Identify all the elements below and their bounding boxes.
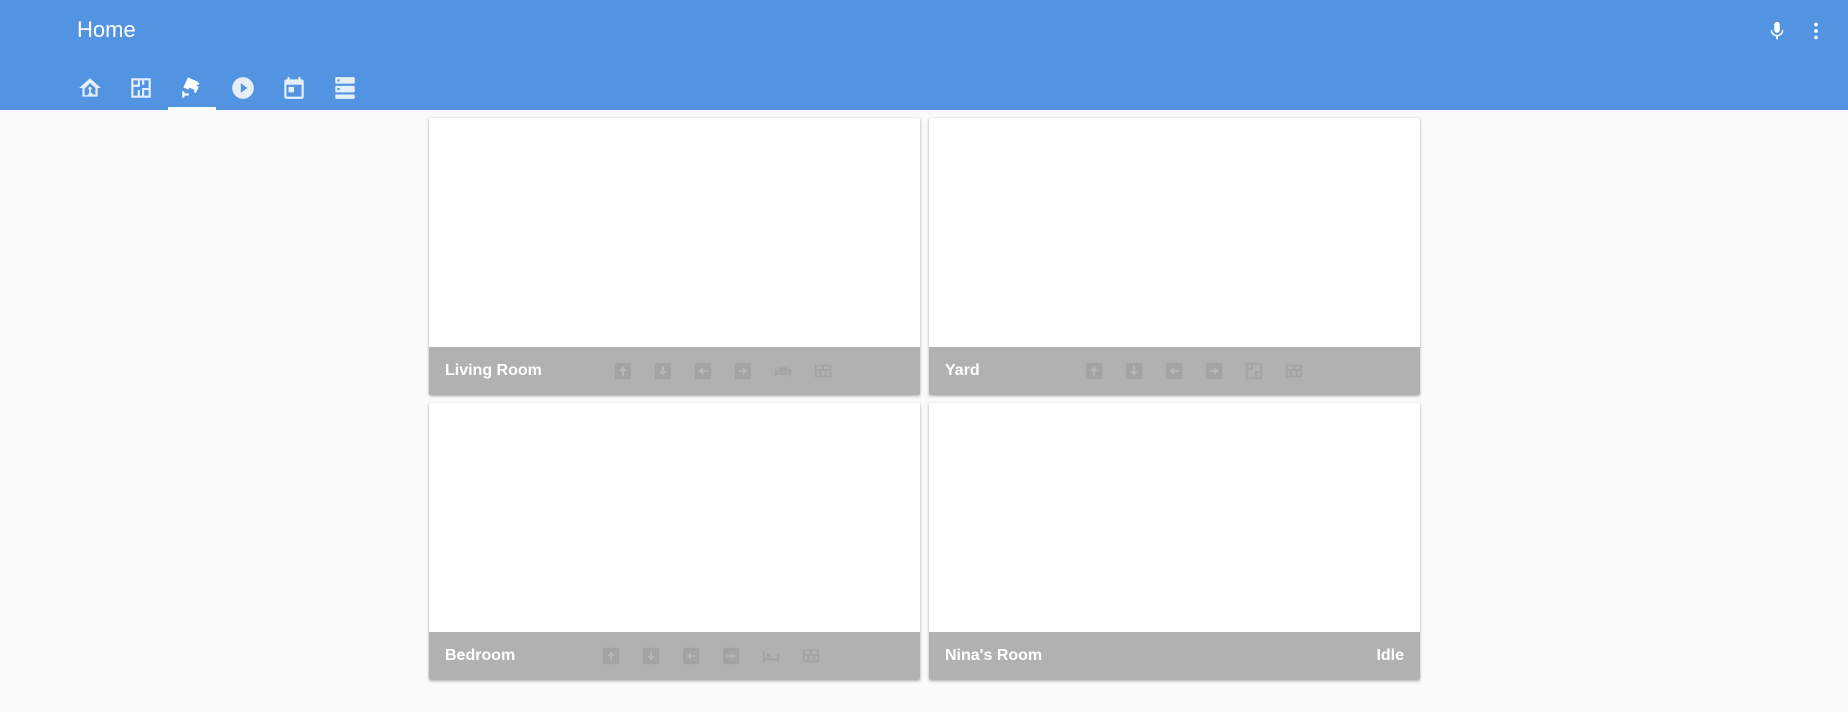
camera-name: Nina's Room: [945, 647, 1043, 664]
wall-icon[interactable]: [811, 359, 835, 383]
card-footer: Nina's Room Idle: [929, 632, 1420, 680]
server-icon: [335, 77, 355, 99]
microphone-icon[interactable]: [1764, 18, 1790, 44]
tab-media[interactable]: [219, 66, 267, 110]
tab-cameras[interactable]: [168, 66, 216, 110]
arrow-right-icon[interactable]: [731, 359, 755, 383]
more-vert-icon[interactable]: [1803, 18, 1829, 44]
camera-state: Idle: [1376, 647, 1404, 664]
camera-card-ninas-room[interactable]: Nina's Room Idle: [929, 403, 1420, 680]
tab-calendar[interactable]: [270, 66, 318, 110]
wall-icon[interactable]: [799, 644, 823, 668]
arrow-up-icon[interactable]: [611, 359, 635, 383]
tab-floor-plan[interactable]: [117, 66, 165, 110]
card-footer: Yard: [929, 347, 1420, 395]
play-circle-icon: [232, 77, 254, 99]
sofa-icon[interactable]: [771, 359, 795, 383]
tab-home[interactable]: [66, 66, 114, 110]
app-header: Home: [0, 0, 1848, 110]
page-title: Home: [77, 17, 136, 42]
arrow-left-icon[interactable]: [691, 359, 715, 383]
floor-plan-icon: [131, 78, 151, 98]
floor-plan-icon[interactable]: [1242, 359, 1266, 383]
home-assistant-icon: [79, 78, 101, 97]
camera-name: Living Room: [445, 362, 542, 379]
arrow-down-icon[interactable]: [651, 359, 675, 383]
arrow-up-icon[interactable]: [599, 644, 623, 668]
card-footer: Living Room: [429, 347, 920, 395]
cctv-icon: [182, 77, 200, 98]
arrow-left-icon[interactable]: [1162, 359, 1186, 383]
calendar-icon: [284, 77, 304, 99]
bed-icon[interactable]: [759, 644, 783, 668]
camera-card-bedroom[interactable]: Bedroom: [429, 403, 920, 680]
tab-server[interactable]: [321, 66, 369, 110]
arrow-down-icon[interactable]: [639, 644, 663, 668]
arrow-down-icon[interactable]: [1122, 359, 1146, 383]
wall-icon[interactable]: [1282, 359, 1306, 383]
arrow-left-icon[interactable]: [679, 644, 703, 668]
camera-name: Bedroom: [445, 647, 516, 664]
arrow-up-icon[interactable]: [1082, 359, 1106, 383]
arrow-right-icon[interactable]: [719, 644, 743, 668]
camera-card-yard[interactable]: Yard: [929, 118, 1420, 395]
arrow-right-icon[interactable]: [1202, 359, 1226, 383]
card-footer: Bedroom: [429, 632, 920, 680]
camera-card-living-room[interactable]: Living Room: [429, 118, 920, 395]
camera-name: Yard: [945, 362, 980, 379]
